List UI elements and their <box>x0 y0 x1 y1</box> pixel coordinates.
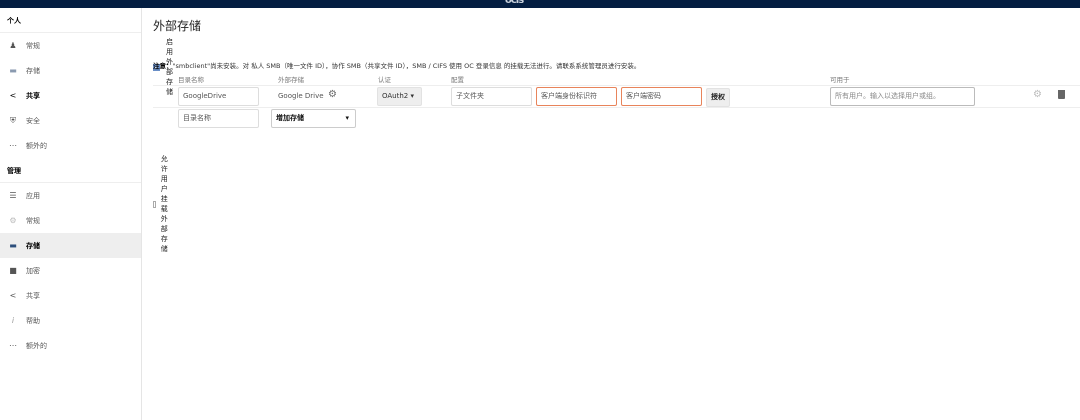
folder-icon: ▬ <box>9 66 17 75</box>
more-icon: ⋯ <box>9 341 17 350</box>
section-admin-title: 管理 <box>7 167 21 175</box>
sidebar-item-admin-sharing[interactable]: < 共享 <box>0 283 141 308</box>
auth-select[interactable]: OAuth2 ▾ <box>377 87 422 106</box>
smbclient-warning: "smbclient"尚未安装。对 私人 SMB（唯一文件 ID），协作 SMB… <box>172 62 641 70</box>
subfolder-input[interactable]: 子文件夹 <box>451 87 532 106</box>
folder-icon: ▬ <box>9 241 17 250</box>
gear-icon: ⚙ <box>9 216 17 225</box>
divider <box>153 107 1080 108</box>
header-folder-name: 目录名称 <box>178 76 204 84</box>
sidebar-item-security[interactable]: ⛨ 安全 <box>0 108 141 133</box>
note-label: 注意： <box>153 62 173 70</box>
share-icon: < <box>9 91 17 100</box>
client-secret-input[interactable]: 客户端密码 <box>621 87 702 106</box>
sidebar-item-personal-general[interactable]: ♟ 常规 <box>0 33 141 58</box>
sidebar-item-personal-additional[interactable]: ⋯ 额外的 <box>0 133 141 158</box>
mount-options-gear-icon[interactable]: ⚙ <box>1033 89 1042 100</box>
sidebar-item-personal-storage[interactable]: ▬ 存储 <box>0 58 141 83</box>
section-personal-title: 个人 <box>7 17 21 25</box>
sidebar-item-encryption[interactable]: ■ 加密 <box>0 258 141 283</box>
logo: ocis <box>505 0 524 6</box>
divider <box>153 85 1080 86</box>
available-for-input[interactable]: 所有用户。输入以选择用户或组。 <box>830 87 975 106</box>
shield-icon: ⛨ <box>10 115 16 125</box>
grant-access-button[interactable]: 授权 <box>706 88 730 107</box>
storage-type-label: Google Drive <box>278 92 324 100</box>
header-authentication: 认证 <box>378 76 391 84</box>
info-icon: i <box>11 316 15 325</box>
menu-icon: ☰ <box>9 191 17 200</box>
sidebar-item-apps[interactable]: ☰ 应用 <box>0 183 141 208</box>
sidebar-item-admin-additional[interactable]: ⋯ 额外的 <box>0 333 141 358</box>
more-icon: ⋯ <box>9 141 17 150</box>
storage-settings-gear-icon[interactable]: ⚙ <box>328 89 337 100</box>
header-external-storage: 外部存储 <box>278 76 304 84</box>
header-configuration: 配置 <box>451 76 464 84</box>
sidebar-item-admin-storage[interactable]: ▬ 存储 <box>0 233 141 258</box>
sidebar-item-personal-sharing[interactable]: < 共享 <box>0 83 141 108</box>
lock-icon: ■ <box>9 266 17 275</box>
sidebar-item-admin-general[interactable]: ⚙ 常规 <box>0 208 141 233</box>
allow-user-mount-checkbox[interactable] <box>153 200 156 208</box>
user-icon: ♟ <box>9 41 17 50</box>
sidebar: 个人 ♟ 常规 ▬ 存储 < 共享 ⛨ 安全 ⋯ 额外的 管理 ☰ 应用 ⚙ 常规 ▬ 存储 ■… <box>0 8 142 420</box>
delete-trash-icon[interactable] <box>1058 90 1065 99</box>
auth-select-value: OAuth2 <box>382 92 409 100</box>
sidebar-item-help[interactable]: i 帮助 <box>0 308 141 333</box>
add-storage-select[interactable]: 增加存储 ▾ <box>271 109 356 128</box>
new-folder-name-input[interactable]: 目录名称 <box>178 109 259 128</box>
folder-name-input[interactable]: GoogleDrive <box>178 87 259 106</box>
caret-down-icon: ▾ <box>345 114 349 122</box>
allow-user-mount-label: 允许用户挂载外部存储 <box>160 155 168 253</box>
share-icon: < <box>9 291 17 300</box>
top-bar: ocis <box>0 0 1080 8</box>
page-title: 外部存储 <box>153 19 202 33</box>
client-id-input[interactable]: 客户端身份标识符 <box>536 87 617 106</box>
header-available-for: 可用于 <box>830 76 850 84</box>
add-storage-value: 增加存储 <box>276 114 304 122</box>
caret-down-icon: ▾ <box>410 92 414 100</box>
